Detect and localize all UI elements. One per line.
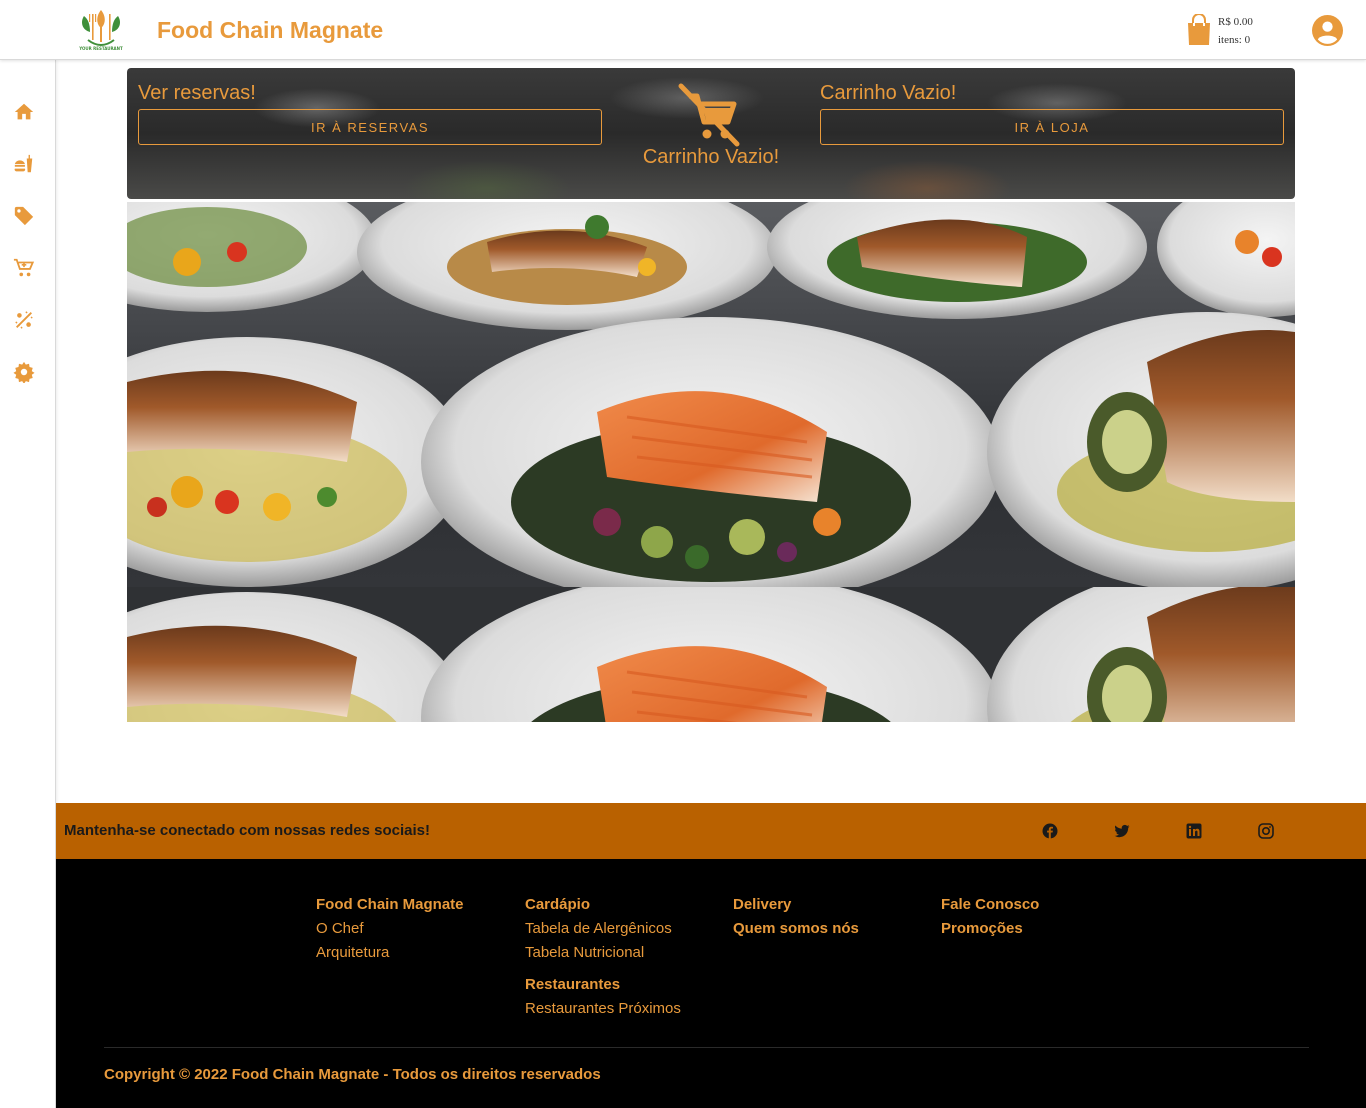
- reservations-label: Ver reservas!: [138, 82, 256, 104]
- footer-column-contact: Fale Conosco Promoções: [941, 893, 1141, 941]
- footer-column-about: Food Chain Magnate O Chef Arquitetura: [316, 893, 516, 965]
- gear-icon: [13, 361, 35, 383]
- footer-link-allergens[interactable]: Tabela de Alergênicos: [525, 917, 725, 941]
- brand-title[interactable]: Food Chain Magnate: [157, 17, 383, 44]
- cart-off-icon: [678, 83, 740, 147]
- footer-link-nearby-restaurants[interactable]: Restaurantes Próximos: [525, 997, 725, 1021]
- footer-link-about-us[interactable]: Quem somos nós: [733, 917, 933, 941]
- restaurant-logo[interactable]: YOUR RESTAURANT: [76, 6, 126, 54]
- sidebar-item-home[interactable]: [10, 98, 38, 126]
- footer-link-restaurants[interactable]: Restaurantes: [525, 973, 725, 997]
- logo-text: YOUR RESTAURANT: [78, 46, 123, 51]
- footer-link-promotions[interactable]: Promoções: [941, 917, 1141, 941]
- shop-label: Carrinho Vazio!: [820, 82, 957, 104]
- food-hero-image: [127, 202, 1295, 722]
- footer-link-architecture[interactable]: Arquitetura: [316, 941, 516, 965]
- side-navigation: [0, 60, 56, 1108]
- sidebar-item-menu[interactable]: [10, 150, 38, 178]
- footer-link-nutrition[interactable]: Tabela Nutricional: [525, 941, 725, 965]
- sidebar-item-settings[interactable]: [10, 358, 38, 386]
- shopping-cart-icon: [13, 258, 35, 277]
- footer-link-chef[interactable]: O Chef: [316, 917, 516, 941]
- footer-column-menu: Cardápio Tabela de Alergênicos Tabela Nu…: [525, 893, 725, 1021]
- social-cta-text: Mantenha-se conectado com nossas redes s…: [64, 822, 430, 839]
- site-footer: Food Chain Magnate O Chef Arquitetura Ca…: [56, 859, 1366, 1108]
- sidebar-item-cart[interactable]: [10, 254, 38, 282]
- footer-link-delivery[interactable]: Delivery: [733, 893, 933, 917]
- twitter-icon[interactable]: [1114, 823, 1130, 839]
- account-icon[interactable]: [1312, 15, 1343, 46]
- salmon-dishes-photo: [127, 202, 1295, 722]
- discount-icon: [15, 311, 33, 329]
- empty-cart-message: Carrinho Vazio!: [642, 146, 780, 168]
- top-navbar: YOUR RESTAURANT Food Chain Magnate R$ 0.…: [0, 0, 1366, 60]
- social-media-bar: Mantenha-se conectado com nossas redes s…: [56, 803, 1366, 859]
- fast-food-icon: [14, 154, 33, 173]
- footer-divider: [104, 1047, 1309, 1048]
- cart-total: R$ 0.00: [1218, 16, 1253, 28]
- footer-link-contact[interactable]: Fale Conosco: [941, 893, 1141, 917]
- copyright-text: Copyright © 2022 Food Chain Magnate - To…: [104, 1066, 601, 1083]
- shop-panel: Carrinho Vazio! IR À LOJA: [820, 82, 1284, 145]
- footer-link-home[interactable]: Food Chain Magnate: [316, 893, 516, 917]
- sidebar-item-tags[interactable]: [10, 202, 38, 230]
- go-to-reservations-button[interactable]: IR À RESERVAS: [138, 109, 602, 145]
- empty-cart-indicator: Carrinho Vazio!: [637, 80, 785, 169]
- reservations-panel: Ver reservas! IR À RESERVAS: [138, 82, 602, 145]
- cart-status-banner: Ver reservas! IR À RESERVAS Carrinho Vaz…: [127, 68, 1295, 199]
- footer-link-menu[interactable]: Cardápio: [525, 893, 725, 917]
- footer-column-delivery: Delivery Quem somos nós: [733, 893, 933, 941]
- home-icon: [14, 103, 34, 120]
- cart-summary: R$ 0.00 itens: 0: [1218, 13, 1253, 49]
- shopping-bag-icon[interactable]: [1184, 14, 1214, 46]
- facebook-icon[interactable]: [1042, 823, 1058, 839]
- linkedin-icon[interactable]: [1186, 823, 1202, 839]
- instagram-icon[interactable]: [1258, 823, 1274, 839]
- cart-item-count: itens: 0: [1218, 34, 1251, 46]
- go-to-shop-button[interactable]: IR À LOJA: [820, 109, 1284, 145]
- tag-icon: [14, 206, 34, 226]
- sidebar-item-discounts[interactable]: [10, 306, 38, 334]
